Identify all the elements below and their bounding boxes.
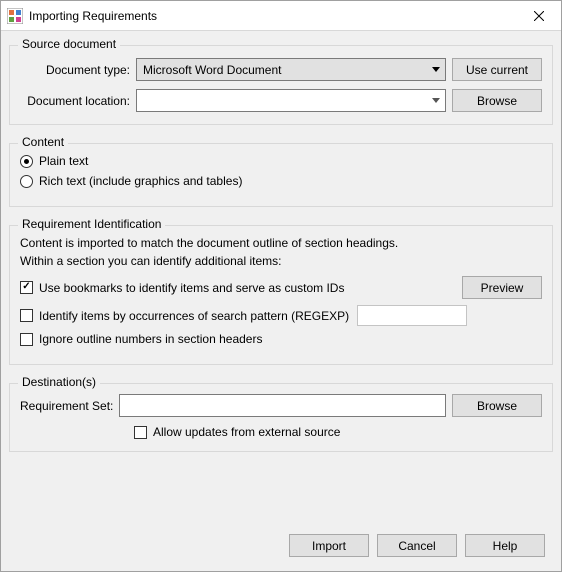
titlebar: Importing Requirements <box>1 1 561 31</box>
identify-regex-label: Identify items by occurrences of search … <box>39 309 349 323</box>
rich-text-option[interactable]: Rich text (include graphics and tables) <box>20 174 542 188</box>
radio-icon <box>20 155 33 168</box>
content-legend: Content <box>18 135 68 149</box>
use-current-button[interactable]: Use current <box>452 58 542 81</box>
help-button[interactable]: Help <box>465 534 545 557</box>
use-bookmarks-label: Use bookmarks to identify items and serv… <box>39 281 344 295</box>
app-icon <box>7 8 23 24</box>
reqid-desc-1: Content is imported to match the documen… <box>20 236 542 250</box>
content-group: Content Plain text Rich text (include gr… <box>9 143 553 207</box>
requirement-set-field[interactable] <box>119 394 446 417</box>
dialog-window: Importing Requirements Source document D… <box>0 0 562 572</box>
document-type-label: Document type: <box>20 63 130 77</box>
dialog-footer: Import Cancel Help <box>9 528 553 561</box>
source-document-legend: Source document <box>18 37 120 51</box>
requirement-identification-legend: Requirement Identification <box>18 217 165 231</box>
destinations-legend: Destination(s) <box>18 375 100 389</box>
chevron-down-icon <box>427 90 445 111</box>
import-button[interactable]: Import <box>289 534 369 557</box>
ignore-outline-label: Ignore outline numbers in section header… <box>39 332 262 346</box>
close-icon <box>534 11 544 21</box>
cancel-button[interactable]: Cancel <box>377 534 457 557</box>
checkbox-icon <box>20 333 33 346</box>
use-bookmarks-checkbox[interactable]: Use bookmarks to identify items and serv… <box>20 281 344 295</box>
chevron-down-icon <box>427 59 445 80</box>
destinations-group: Destination(s) Requirement Set: Browse A… <box>9 383 553 452</box>
reqid-desc-2: Within a section you can identify additi… <box>20 254 542 268</box>
requirement-set-label: Requirement Set: <box>20 399 113 413</box>
plain-text-option[interactable]: Plain text <box>20 154 542 168</box>
document-location-field[interactable] <box>136 89 446 112</box>
source-document-group: Source document Document type: Microsoft… <box>9 45 553 125</box>
plain-text-label: Plain text <box>39 154 88 168</box>
rich-text-label: Rich text (include graphics and tables) <box>39 174 242 188</box>
ignore-outline-checkbox[interactable]: Ignore outline numbers in section header… <box>20 332 542 346</box>
checkbox-icon <box>20 309 33 322</box>
checkbox-icon <box>134 426 147 439</box>
allow-updates-label: Allow updates from external source <box>153 425 340 439</box>
identify-regex-checkbox[interactable]: Identify items by occurrences of search … <box>20 309 349 323</box>
allow-updates-checkbox[interactable]: Allow updates from external source <box>134 425 542 439</box>
regex-pattern-field[interactable] <box>357 305 467 326</box>
document-type-combo[interactable]: Microsoft Word Document <box>136 58 446 81</box>
window-title: Importing Requirements <box>29 9 516 23</box>
radio-icon <box>20 175 33 188</box>
close-button[interactable] <box>516 1 561 30</box>
preview-button[interactable]: Preview <box>462 276 542 299</box>
browse-document-button[interactable]: Browse <box>452 89 542 112</box>
document-type-value: Microsoft Word Document <box>143 63 282 77</box>
document-location-label: Document location: <box>20 94 130 108</box>
dialog-body: Source document Document type: Microsoft… <box>1 31 561 571</box>
browse-requirement-set-button[interactable]: Browse <box>452 394 542 417</box>
checkbox-icon <box>20 281 33 294</box>
requirement-identification-group: Requirement Identification Content is im… <box>9 225 553 365</box>
